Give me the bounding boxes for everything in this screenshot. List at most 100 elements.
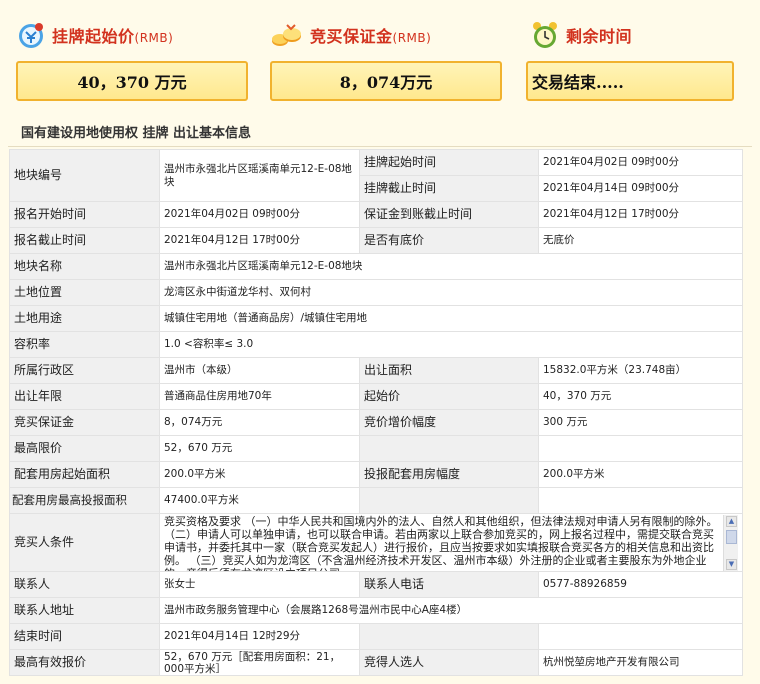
table-key: 地块名称 [9, 253, 160, 280]
address-value: 温州市政务服务管理中心（会展路1268号温州市民中心A座4楼） [159, 597, 743, 624]
scroll-up-arrow-icon[interactable]: ▲ [726, 515, 737, 527]
listing-end-time-value: 2021年04月14日 09时00分 [538, 175, 743, 202]
conditions-value: 竞买资格及要求 （一）中华人民共和国境内外的法人、自然人和其他组织，但法律法规对… [164, 514, 718, 571]
table-key: 报名截止时间 [9, 227, 160, 254]
table-row: 容积率 1.0 <容积率≤ 3.0 [9, 331, 743, 358]
deposit-value: 8，074万元 [339, 73, 433, 92]
conditions-scrollbar[interactable]: ▲ ▼ [723, 514, 738, 571]
table-empty-cell [538, 435, 743, 462]
table-row: 配套用房起始面积 200.0平方米 投报配套用房幅度 200.0平方米 [9, 461, 743, 488]
contact-value: 张女士 [159, 571, 360, 598]
table-row: 联系人地址 温州市政务服务管理中心（会展路1268号温州市民中心A座4楼） [9, 597, 743, 624]
housing-max-area-value: 47400.0平方米 [159, 487, 360, 514]
table-key: 挂牌截止时间 [359, 175, 539, 202]
table-key: 联系人电话 [359, 571, 539, 598]
start-price-table-value: 40，370 万元 [538, 383, 743, 410]
deposit-deadline-value: 2021年04月12日 17时00分 [538, 201, 743, 228]
table-key: 竞买人条件 [9, 513, 160, 572]
table-row: 竞买保证金 8，074万元 竞价增价幅度 300 万元 [9, 409, 743, 436]
section-divider [8, 146, 752, 147]
plot-ratio-value: 1.0 <容积率≤ 3.0 [159, 331, 743, 358]
table-key: 挂牌起始时间 [359, 149, 539, 176]
table-empty-cell [359, 487, 539, 514]
table-key: 联系人地址 [9, 597, 160, 624]
table-key: 竞得人选人 [359, 649, 539, 676]
parcel-name-value: 温州市永强北片区瑶溪南单元12-E-08地块 [159, 253, 743, 280]
table-key: 配套用房最高投报面积 [9, 487, 160, 514]
area-value: 15832.0平方米（23.748亩） [538, 357, 743, 384]
start-price-heading: 挂牌起始价(RMB) [16, 18, 173, 52]
start-price-label: 挂牌起始价 [52, 27, 135, 46]
table-row: 最高有效报价 52，670 万元［配套用房面积：21，000平方米］ 竞得人选人… [9, 649, 743, 676]
conditions-scroll-area[interactable]: 竞买资格及要求 （一）中华人民共和国境内外的法人、自然人和其他组织，但法律法规对… [164, 514, 738, 571]
table-row: 结束时间 2021年04月14日 12时29分 [9, 623, 743, 650]
section-title: 国有建设用地使用权 挂牌 出让基本信息 [21, 126, 252, 141]
deposit-heading: 竞买保证金(RMB) [270, 18, 431, 52]
table-row: 配套用房最高投报面积 47400.0平方米 [9, 487, 743, 514]
signup-start-time-value: 2021年04月02日 09时00分 [159, 201, 360, 228]
gold-coins-icon [270, 20, 304, 50]
table-row: 出让年限 普通商品住房用地70年 起始价 40，370 万元 [9, 383, 743, 410]
table-empty-cell [359, 623, 539, 650]
table-key: 土地位置 [9, 279, 160, 306]
table-key: 是否有底价 [359, 227, 539, 254]
table-key: 所属行政区 [9, 357, 160, 384]
remaining-heading: 剩余时间 [530, 18, 632, 52]
table-key: 竞买保证金 [9, 409, 160, 436]
deposit-column: 竞买保证金(RMB) 8，074万元 [270, 0, 502, 112]
highest-bid-value: 52，670 万元［配套用房面积：21，000平方米］ [159, 649, 360, 676]
parcel-no-value: 温州市永强北片区瑶溪南单元12-E-08地块 [159, 149, 360, 202]
increment-value: 300 万元 [538, 409, 743, 436]
start-price-unit: (RMB) [134, 31, 174, 45]
table-key: 出让年限 [9, 383, 160, 410]
table-row: 土地位置 龙湾区永中街道龙华村、双何村 [9, 279, 743, 306]
housing-start-area-value: 200.0平方米 [159, 461, 360, 488]
table-key: 最高限价 [9, 435, 160, 462]
max-price-value: 52，670 万元 [159, 435, 360, 462]
table-key: 土地用途 [9, 305, 160, 332]
table-key: 配套用房起始面积 [9, 461, 160, 488]
term-value: 普通商品住房用地70年 [159, 383, 360, 410]
table-row: 联系人 张女士 联系人电话 0577-88926859 [9, 571, 743, 598]
deposit-value-box: 8，074万元 [270, 61, 502, 101]
deposit-label: 竞买保证金 [310, 27, 393, 46]
table-row: 地块名称 温州市永强北片区瑶溪南单元12-E-08地块 [9, 253, 743, 280]
table-row: 竞买人条件 竞买资格及要求 （一）中华人民共和国境内外的法人、自然人和其他组织，… [9, 513, 743, 572]
phone-value: 0577-88926859 [538, 571, 743, 598]
start-price-value-box: 40，370 万元 [16, 61, 248, 101]
listing-start-time-value: 2021年04月02日 09时00分 [538, 149, 743, 176]
table-key: 投报配套用房幅度 [359, 461, 539, 488]
remaining-label: 剩余时间 [566, 27, 633, 46]
table-row: 地块编号 温州市永强北片区瑶溪南单元12-E-08地块 挂牌起始时间 2021年… [9, 149, 743, 202]
remaining-value: 交易结束..... [532, 73, 624, 92]
table-key: 保证金到账截止时间 [359, 201, 539, 228]
conditions-cell: 竞买资格及要求 （一）中华人民共和国境内外的法人、自然人和其他组织，但法律法规对… [159, 513, 743, 572]
table-empty-cell [359, 435, 539, 462]
district-value: 温州市（本级） [159, 357, 360, 384]
scroll-thumb[interactable] [726, 529, 737, 544]
remaining-value-box: 交易结束..... [526, 61, 734, 101]
table-row: 报名截止时间 2021年04月12日 17时00分 是否有底价 无底价 [9, 227, 743, 254]
table-row: 报名开始时间 2021年04月02日 09时00分 保证金到账截止时间 2021… [9, 201, 743, 228]
start-price-column: 挂牌起始价(RMB) 40，370 万元 [16, 0, 248, 112]
housing-increment-value: 200.0平方米 [538, 461, 743, 488]
table-key: 结束时间 [9, 623, 160, 650]
scroll-down-arrow-icon[interactable]: ▼ [726, 558, 737, 570]
end-time-value: 2021年04月14日 12时29分 [159, 623, 360, 650]
land-info-table: 地块编号 温州市永强北片区瑶溪南单元12-E-08地块 挂牌起始时间 2021年… [9, 149, 743, 676]
deposit-unit: (RMB) [392, 31, 432, 45]
reserve-price-value: 无底价 [538, 227, 743, 254]
table-row: 土地用途 城镇住宅用地（普通商品房）/城镇住宅用地 [9, 305, 743, 332]
bid-deposit-value: 8，074万元 [159, 409, 360, 436]
table-key: 竞价增价幅度 [359, 409, 539, 436]
table-empty-cell [538, 623, 743, 650]
remaining-column: 剩余时间 交易结束..... [526, 0, 734, 112]
table-key: 地块编号 [9, 149, 160, 202]
table-key: 起始价 [359, 383, 539, 410]
table-row: 所属行政区 温州市（本级） 出让面积 15832.0平方米（23.748亩） [9, 357, 743, 384]
money-bag-icon [16, 20, 46, 50]
summary-panel: 挂牌起始价(RMB) 40，370 万元 竞买保证金(RMB) 8，074万元 [0, 0, 760, 112]
winner-value: 杭州悦堃房地产开发有限公司 [538, 649, 743, 676]
table-key: 最高有效报价 [9, 649, 160, 676]
table-key: 容积率 [9, 331, 160, 358]
